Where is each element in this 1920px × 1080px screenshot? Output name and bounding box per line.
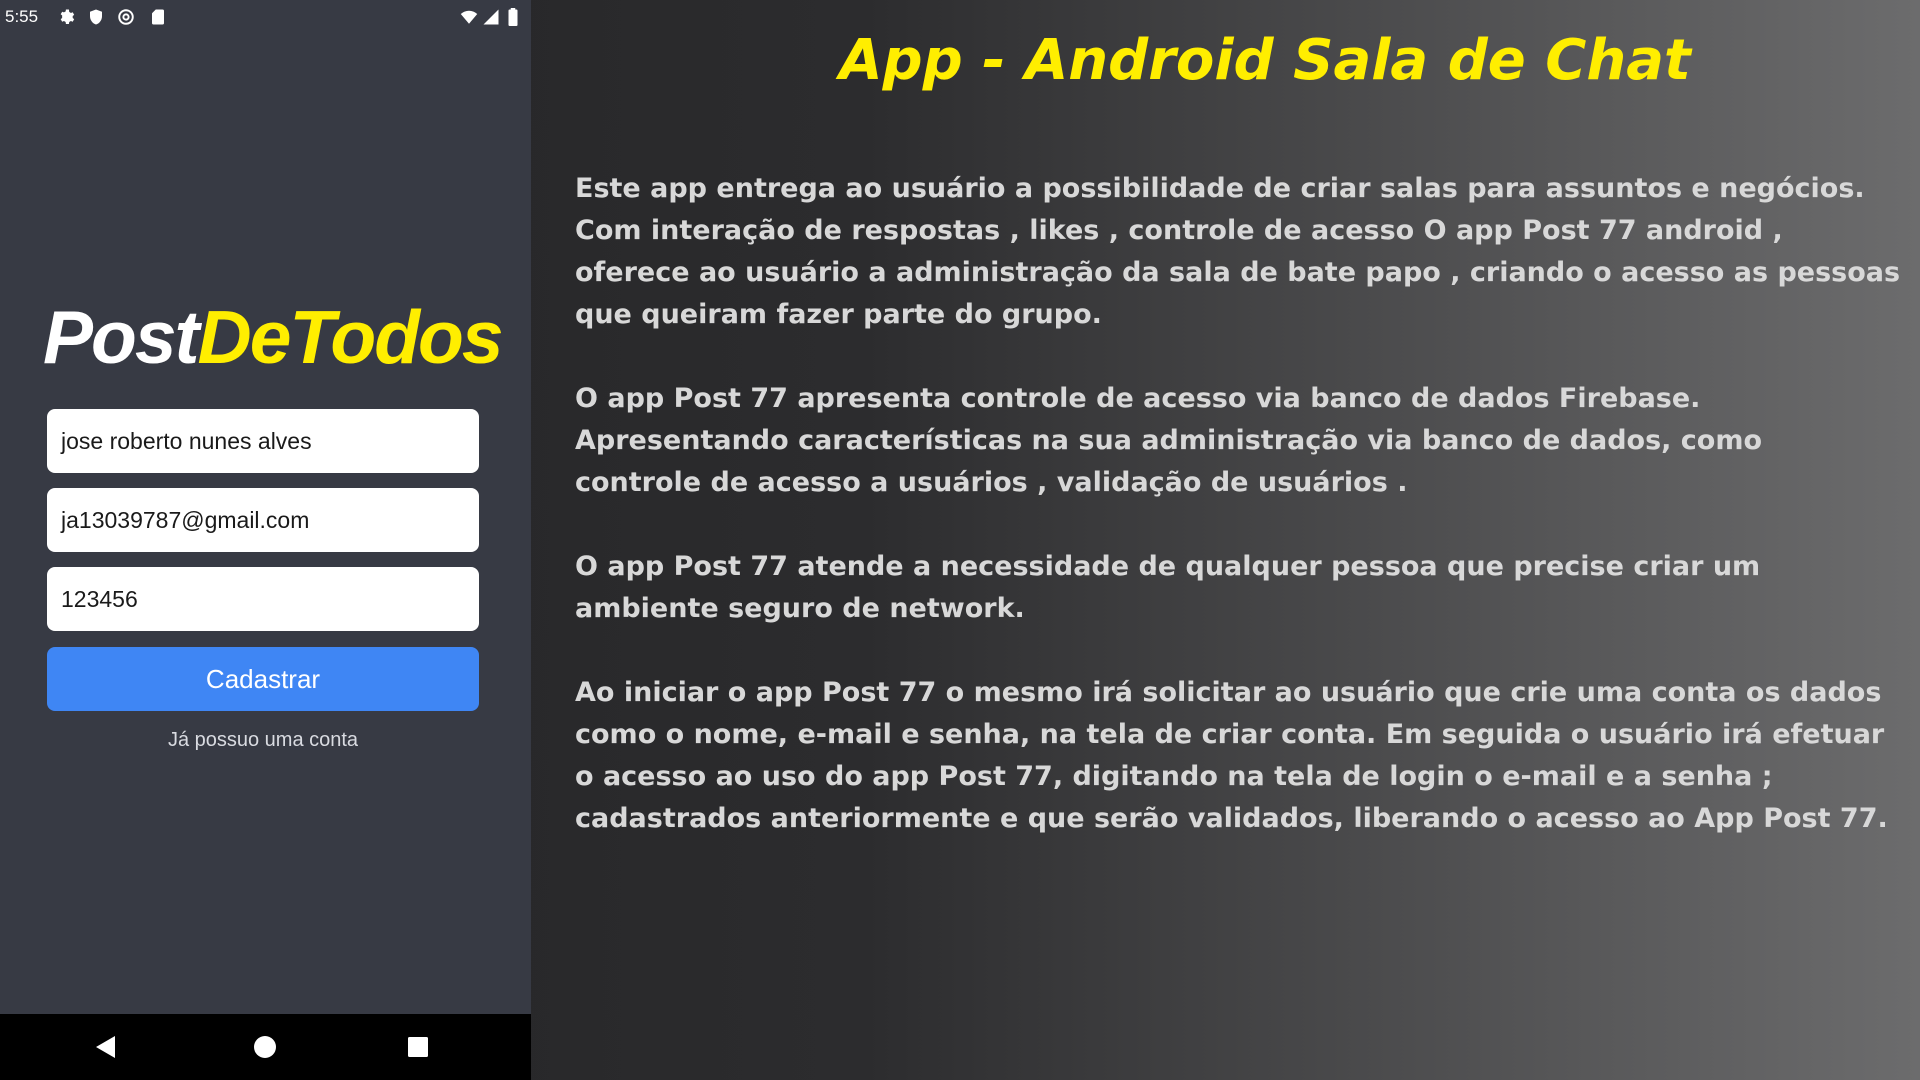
text-line: cadastrados anteriormente e que serão va… <box>575 803 1888 834</box>
back-icon[interactable] <box>91 1032 121 1062</box>
text-line: como o nome, e-mail e senha, na tela de … <box>575 719 1885 750</box>
paragraph-4: Ao iniciar o app Post 77 o mesmo irá sol… <box>575 672 1895 840</box>
gear-icon <box>57 8 75 26</box>
text-line: o acesso ao uso do app Post 77, digitand… <box>575 761 1773 792</box>
email-field[interactable]: ja13039787@gmail.com <box>47 488 479 552</box>
logo-text-detodos: DeTodos <box>197 295 504 379</box>
text-line: O app Post 77 atende a necessidade de qu… <box>575 551 1761 582</box>
home-icon[interactable] <box>250 1032 280 1062</box>
description-text: Este app entrega ao usuário a possibilid… <box>575 168 1901 882</box>
text-line: oferece ao usuário a administração da sa… <box>575 257 1901 288</box>
status-bar: 5:55 <box>0 0 531 33</box>
email-field-value: ja13039787@gmail.com <box>61 506 310 533</box>
battery-icon <box>507 8 519 26</box>
text-line: Ao iniciar o app Post 77 o mesmo irá sol… <box>575 677 1882 708</box>
password-field-value: 123456 <box>61 585 138 612</box>
login-link[interactable]: Já possuo uma conta <box>47 729 479 752</box>
text-line: O app Post 77 apresenta controle de aces… <box>575 383 1701 414</box>
text-line: Apresentando características na sua admi… <box>575 425 1763 456</box>
app-logo: PostDeTodos <box>43 300 504 375</box>
text-line: ambiente seguro de network. <box>575 593 1025 624</box>
text-line: que queiram fazer parte do grupo. <box>575 299 1102 330</box>
text-line: Este app entrega ao usuário a possibilid… <box>575 173 1865 204</box>
recents-icon[interactable] <box>403 1032 433 1062</box>
paragraph-1: Este app entrega ao usuário a possibilid… <box>575 168 1901 336</box>
password-field[interactable]: 123456 <box>47 567 479 631</box>
page-title: App - Android Sala de Chat <box>839 28 1691 93</box>
at-sign-icon <box>117 8 135 26</box>
sd-card-icon <box>149 8 167 26</box>
wifi-icon <box>460 8 478 26</box>
register-button[interactable]: Cadastrar <box>47 647 479 711</box>
name-field-value: jose roberto nunes alves <box>61 427 312 454</box>
paragraph-2: O app Post 77 apresenta controle de aces… <box>575 378 1895 504</box>
status-time: 5:55 <box>5 7 39 26</box>
cell-signal-icon <box>482 8 500 26</box>
shield-icon <box>87 8 105 26</box>
paragraph-3: O app Post 77 atende a necessidade de qu… <box>575 546 1895 630</box>
navigation-bar <box>0 1014 531 1080</box>
logo-text-post: Post <box>43 295 200 379</box>
phone-screen: 5:55 PostDeTodos jose roberto nunes alve… <box>0 0 531 1080</box>
text-line: Com interação de respostas , likes , con… <box>575 215 1783 246</box>
name-field[interactable]: jose roberto nunes alves <box>47 409 479 473</box>
text-line: controle de acesso a usuários , validaçã… <box>575 467 1408 498</box>
